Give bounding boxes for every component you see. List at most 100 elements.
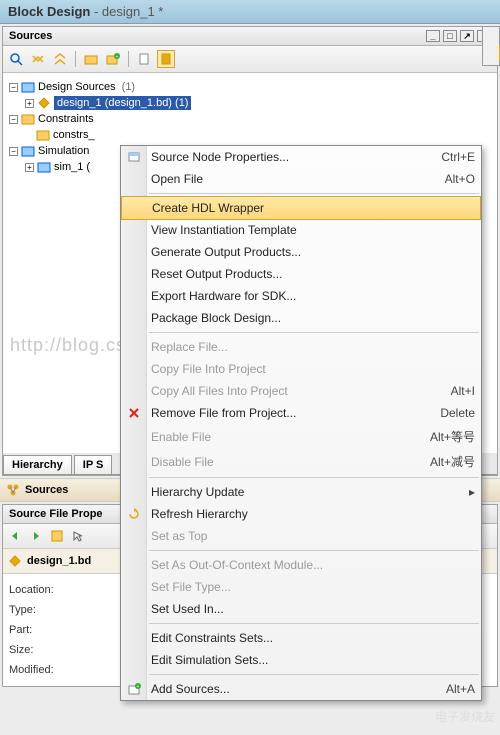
forward-icon[interactable]: [27, 527, 45, 545]
properties-title: Source File Prope: [9, 508, 103, 520]
add-icon: +: [126, 681, 142, 697]
simulation-label: Simulation: [38, 145, 89, 157]
menu-shortcut: Alt+I: [431, 384, 475, 398]
doc-icon[interactable]: [135, 50, 153, 68]
select-icon[interactable]: [69, 527, 87, 545]
collapse-all-icon[interactable]: [51, 50, 69, 68]
constrs-node[interactable]: constrs_: [9, 127, 491, 143]
menu-item-package-block-design[interactable]: Package Block Design...: [121, 307, 481, 329]
menu-item-source-node-properties[interactable]: Source Node Properties... Ctrl+E: [121, 146, 481, 168]
side-panel: [482, 26, 500, 66]
expand-icon[interactable]: +: [25, 163, 34, 172]
logo-watermark: 电子发烧友: [435, 708, 495, 725]
menu-item-add-sources[interactable]: + Add Sources... Alt+A: [121, 678, 481, 700]
menu-item-remove-file-from-project[interactable]: Remove File from Project...Delete: [121, 402, 481, 424]
menu-item-set-used-in[interactable]: Set Used In...: [121, 598, 481, 620]
refresh-icon: [126, 506, 142, 522]
menu-item-export-hardware-for-sdk[interactable]: Export Hardware for SDK...: [121, 285, 481, 307]
nav-icon[interactable]: [48, 527, 66, 545]
constraints-node[interactable]: − Constraints: [9, 111, 491, 127]
menu-item-label: Edit Constraints Sets...: [151, 631, 273, 645]
menu-item-label: Enable File: [151, 430, 211, 444]
menu-item-reset-output-products[interactable]: Reset Output Products...: [121, 263, 481, 285]
svg-text:+: +: [116, 54, 119, 60]
sim1-label: sim_1 (: [54, 161, 90, 173]
tab-hierarchy[interactable]: Hierarchy: [3, 455, 72, 474]
design-sources-label: Design Sources: [38, 81, 116, 93]
sources-panel-header: Sources _ □ ↗ ×: [3, 27, 497, 46]
title-suffix: - design_1 *: [90, 4, 163, 19]
block-design-icon: [37, 96, 51, 110]
settings-icon[interactable]: [157, 50, 175, 68]
menu-item-set-file-type: Set File Type...: [121, 576, 481, 598]
menu-item-refresh-hierarchy[interactable]: Refresh Hierarchy: [121, 503, 481, 525]
menu-item-generate-output-products[interactable]: Generate Output Products...: [121, 241, 481, 263]
menu-item-create-hdl-wrapper[interactable]: Create HDL Wrapper: [121, 196, 481, 220]
menu-item-label: Disable File: [151, 455, 214, 469]
menu-item-view-instantiation-template[interactable]: View Instantiation Template: [121, 219, 481, 241]
menu-item-label: Add Sources...: [151, 682, 230, 696]
menu-separator: [149, 623, 479, 624]
collapse-icon[interactable]: −: [9, 83, 18, 92]
menu-item-open-file[interactable]: Open FileAlt+O: [121, 168, 481, 190]
context-menu: Source Node Properties... Ctrl+E Open File…: [120, 145, 482, 701]
menu-item-copy-all-files-into-project: Copy All Files Into Project Alt+I: [121, 380, 481, 402]
folder-icon: [21, 112, 35, 126]
menu-item-set-as-top: Set as Top: [121, 525, 481, 547]
menu-separator: [149, 193, 479, 194]
collapse-icon[interactable]: −: [9, 115, 18, 124]
menu-item-label: Set File Type...: [151, 580, 231, 594]
menu-item-label: Replace File...: [151, 340, 228, 354]
svg-text:+: +: [137, 684, 140, 690]
collapse-icon[interactable]: −: [9, 147, 18, 156]
folder-icon: [21, 80, 35, 94]
search-icon[interactable]: [7, 50, 25, 68]
sources-panel-title: Sources: [9, 30, 52, 42]
tab-ip-sources[interactable]: IP S: [74, 455, 113, 474]
add-source-icon[interactable]: +: [104, 50, 122, 68]
maximize-button[interactable]: □: [443, 30, 457, 42]
block-design-icon: [8, 554, 22, 568]
menu-separator: [149, 674, 479, 675]
props-icon: [126, 149, 142, 165]
back-icon[interactable]: [6, 527, 24, 545]
menu-item-label: Set As Out-Of-Context Module...: [151, 558, 323, 572]
toolbar-separator: [128, 51, 129, 67]
menu-item-label: Copy All Files Into Project: [151, 384, 288, 398]
menu-item-hierarchy-update[interactable]: Hierarchy Update ▸: [121, 481, 481, 503]
menu-item-enable-file: Enable File Alt+等号: [121, 424, 481, 449]
design-sources-node[interactable]: − Design Sources (1): [9, 79, 491, 95]
folder-icon: [21, 144, 35, 158]
menu-item-edit-constraints-sets[interactable]: Edit Constraints Sets...: [121, 627, 481, 649]
menu-item-set-as-out-of-context-module: Set As Out-Of-Context Module...: [121, 554, 481, 576]
remove-icon: [126, 405, 142, 421]
constraints-label: Constraints: [38, 113, 94, 125]
design-item-node[interactable]: + design_1 (design_1.bd) (1): [9, 95, 491, 111]
sources-toolbar: +: [3, 46, 497, 73]
menu-item-label: Generate Output Products...: [151, 245, 301, 259]
expand-icon[interactable]: +: [25, 99, 34, 108]
folder-icon[interactable]: [82, 50, 100, 68]
menu-item-label: Refresh Hierarchy: [151, 507, 248, 521]
menu-item-label: Source Node Properties...: [151, 150, 289, 164]
menu-shortcut: Alt+等号: [410, 428, 475, 445]
menu-shortcut: Ctrl+E: [421, 150, 475, 164]
menu-item-edit-simulation-sets[interactable]: Edit Simulation Sets...: [121, 649, 481, 671]
menu-separator: [149, 332, 479, 333]
expand-all-icon[interactable]: [29, 50, 47, 68]
folder-icon: [37, 160, 51, 174]
menu-shortcut: Delete: [420, 406, 475, 420]
menu-item-label: Copy File Into Project: [151, 362, 266, 376]
restore-button[interactable]: ↗: [460, 30, 474, 42]
menu-item-label: Hierarchy Update: [151, 485, 244, 499]
menu-item-label: Package Block Design...: [151, 311, 281, 325]
menu-item-label: Edit Simulation Sets...: [151, 653, 268, 667]
toolbar-separator: [75, 51, 76, 67]
menu-item-label: Set as Top: [151, 529, 207, 543]
minimize-button[interactable]: _: [426, 30, 440, 42]
title-main: Block Design: [8, 4, 90, 19]
submenu-arrow-icon: ▸: [449, 485, 475, 499]
title-bar: Block Design - design_1 *: [0, 0, 500, 24]
menu-shortcut: Alt+A: [426, 682, 475, 696]
menu-item-label: View Instantiation Template: [151, 223, 297, 237]
